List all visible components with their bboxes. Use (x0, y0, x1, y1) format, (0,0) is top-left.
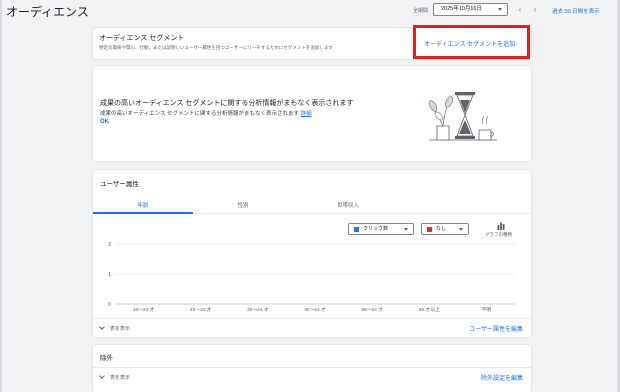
edit-demographics-link[interactable]: ユーザー属性を編集 (469, 324, 523, 333)
hourglass-illustration-icon (428, 92, 497, 141)
date-range-label: 全期間 (413, 8, 429, 14)
date-range-select[interactable]: 2025年10月16日 (433, 3, 508, 16)
x-tick-label: 65 才以上 (419, 306, 440, 313)
y-tick-label: 2 (108, 242, 111, 248)
x-tick-label: 18〜24 才 (133, 306, 155, 313)
insight-description: 成果の高いオーディエンス セグメントに関する分析情報がまもなく表示されます 詳細 (100, 109, 312, 117)
tab-gender[interactable]: 性別 (193, 201, 293, 209)
window-frame-left (0, 0, 2, 392)
compare-dropdown-label: なし (436, 226, 447, 232)
compare-swatch (427, 227, 432, 232)
exclusion-title: 除外 (100, 355, 113, 362)
y-tick-label: 0 (108, 302, 111, 308)
demographics-footer: 表を表示 ユーザー属性を編集 (93, 318, 531, 337)
dropdown-caret-icon (459, 228, 463, 231)
dropdown-caret-icon (498, 8, 502, 11)
show-table-label: 表を表示 (110, 326, 131, 332)
tab-household-income[interactable]: 世帯収入 (298, 201, 398, 209)
insight-description-text: 成果の高いオーディエンス セグメントに関する分析情報がまもなく表示されます (100, 111, 300, 117)
compare-dropdown[interactable]: なし (421, 223, 469, 235)
chevron-down-icon (99, 373, 105, 379)
audience-segment-description: 特定の興味や関心、行動、または説明しいユーザー属性を持つユーザーにリーチするため… (99, 45, 333, 50)
page-title: オーディエンス (6, 5, 89, 19)
show-table-toggle[interactable]: 表を表示 (99, 373, 131, 381)
age-bar-chart: 0 1 2 18〜24 才 25〜34 才 35〜44 才 45〜54 才 55〜64 才 65… (108, 242, 515, 313)
highlight-box (413, 25, 530, 59)
exclusion-card: 除外 表を表示 除外設定を編集 (93, 345, 531, 392)
show-table-label: 表を表示 (110, 375, 131, 381)
insight-title: 成果の高いオーディエンス セグメントに関する分析情報がまもなく表示されます (100, 100, 354, 107)
audience-segment-title: オーディエンス セグメント (99, 35, 185, 42)
learn-more-link[interactable]: 詳細 (301, 111, 312, 117)
x-tick-label: 25〜34 才 (190, 306, 212, 313)
y-tick-label: 1 (108, 272, 111, 278)
dropdown-caret-icon (404, 228, 408, 231)
metric-swatch (354, 227, 359, 232)
top-bar: オーディエンス 全期間 2025年10月16日 ‹ › 過去 30 日間を表示 (0, 0, 620, 22)
demographics-tabs: 年齢 性別 世帯収入 (93, 196, 531, 214)
chevron-down-icon (99, 324, 105, 330)
x-tick-label: 55〜64 才 (361, 306, 383, 313)
x-tick-label: 不明 (482, 307, 492, 313)
chevron-right-icon[interactable]: › (530, 3, 540, 15)
show-table-toggle[interactable]: 表を表示 (99, 324, 131, 332)
past-30-days-link[interactable]: 過去 30 日間を表示 (552, 7, 600, 15)
edit-exclusions-link[interactable]: 除外設定を編集 (481, 373, 523, 382)
metric-dropdown-label: クリック数 (363, 226, 389, 232)
tab-age[interactable]: 年齢 (93, 201, 193, 209)
x-tick-label: 45〜54 才 (304, 306, 326, 313)
demographics-title: ユーザー属性 (100, 181, 139, 188)
date-range-value: 2025年10月16日 (441, 6, 482, 12)
demographics-card: ユーザー属性 年齢 性別 世帯収入 クリック数 なし グラフの種類 0 1 2 18〜… (93, 170, 531, 337)
insight-notice-card: 成果の高いオーディエンス セグメントに関する分析情報がまもなく表示されます 成果… (93, 66, 531, 161)
chevron-left-icon[interactable]: ‹ (515, 3, 525, 15)
exclusion-footer: 表を表示 除外設定を編集 (93, 367, 531, 386)
active-tab-indicator (93, 212, 193, 214)
bar-chart-icon[interactable] (497, 222, 505, 230)
x-tick-label: 35〜44 才 (247, 306, 269, 313)
ok-button[interactable]: OK (100, 119, 109, 125)
metric-dropdown[interactable]: クリック数 (348, 223, 414, 235)
